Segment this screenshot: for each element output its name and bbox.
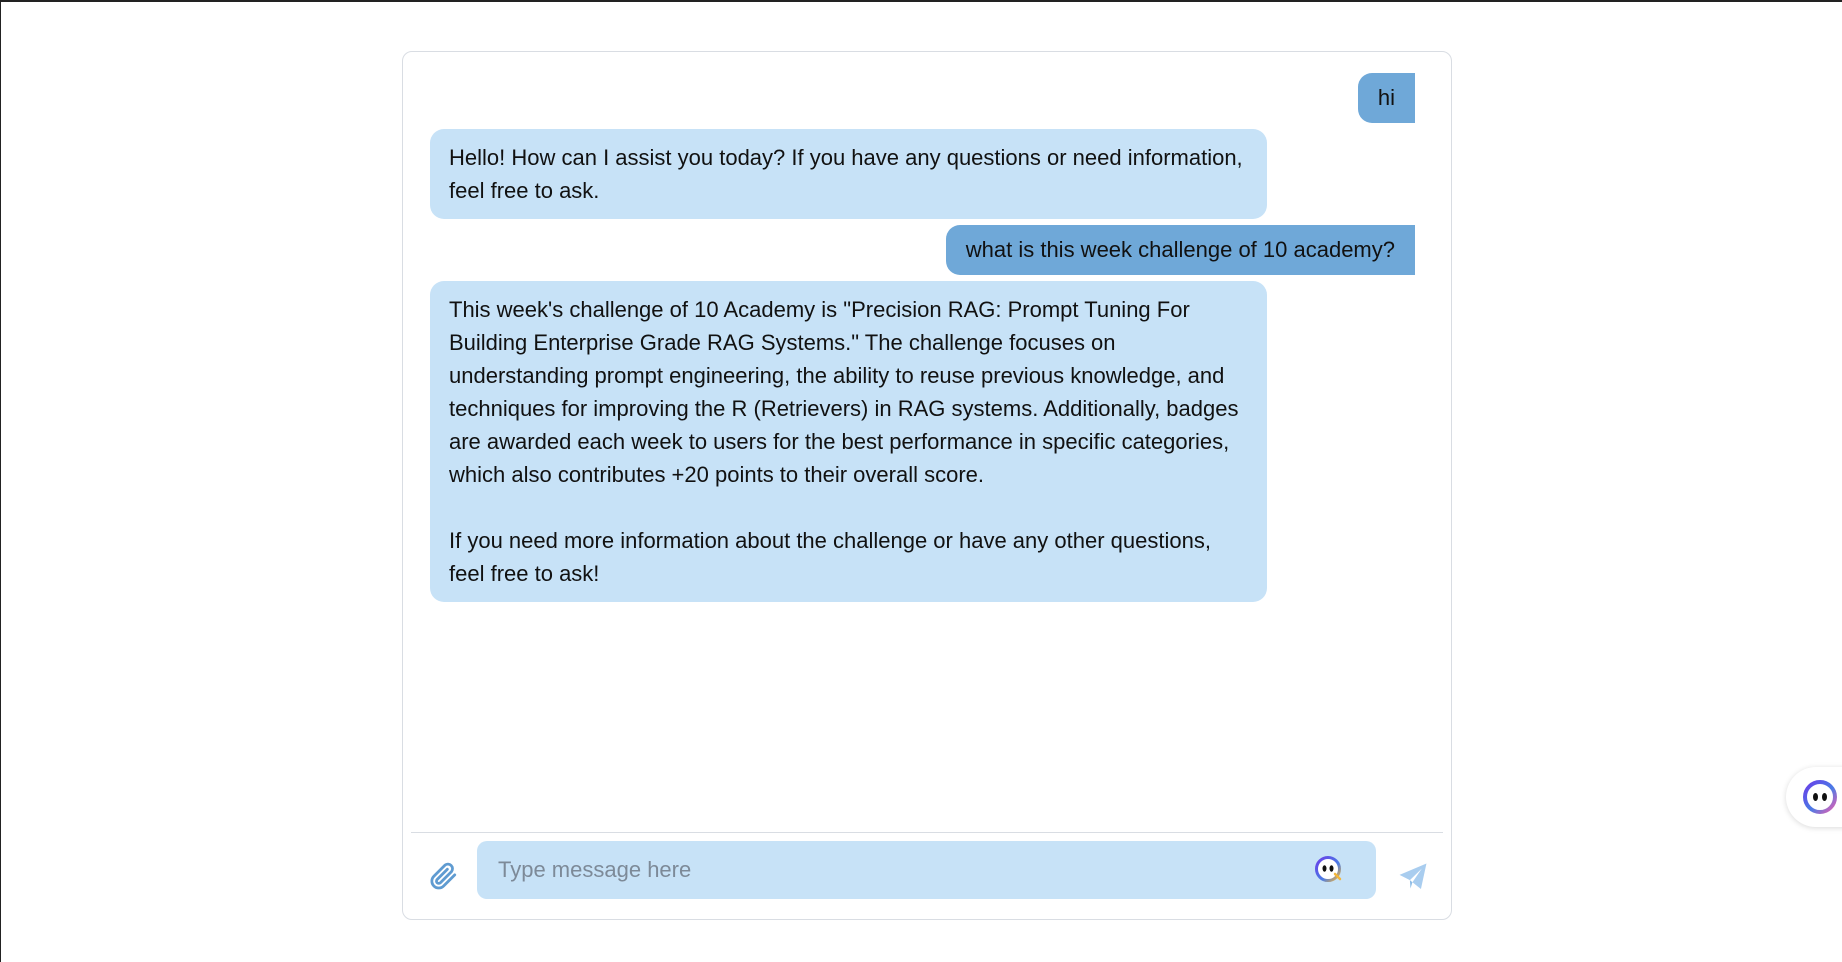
chat-window: hi Hello! How can I assist you today? If… <box>402 51 1452 920</box>
assistant-message: This week's challenge of 10 Academy is "… <box>430 281 1267 602</box>
message-composer <box>403 833 1451 921</box>
message-list: hi Hello! How can I assist you today? If… <box>403 52 1451 832</box>
paperclip-icon <box>430 862 457 890</box>
assistant-message: Hello! How can I assist you today? If yo… <box>430 129 1267 219</box>
message-row: Hello! How can I assist you today? If yo… <box>430 129 1415 219</box>
user-message: what is this week challenge of 10 academ… <box>945 225 1415 275</box>
send-icon <box>1399 863 1427 890</box>
message-row: hi <box>430 73 1415 123</box>
message-input-container <box>477 841 1376 899</box>
chat-bot-icon <box>1803 780 1837 814</box>
message-input[interactable] <box>477 841 1297 899</box>
user-message: hi <box>1357 73 1415 123</box>
attach-button[interactable] <box>427 860 459 892</box>
message-row: what is this week challenge of 10 academ… <box>430 225 1415 275</box>
assistant-bot-icon[interactable] <box>1313 854 1343 884</box>
chat-widget-launcher[interactable] <box>1786 767 1842 827</box>
browser-viewport: hi Hello! How can I assist you today? If… <box>0 0 1842 962</box>
send-button[interactable] <box>1395 858 1431 894</box>
message-row: This week's challenge of 10 Academy is "… <box>430 281 1415 602</box>
